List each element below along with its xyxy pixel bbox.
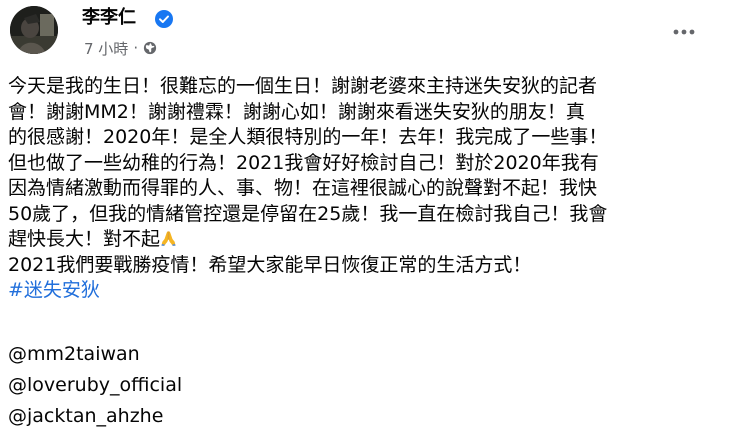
- folded-hands-emoji-icon: [161, 231, 176, 246]
- post-text-line: 50歲了，但我的情緒管控還是停留在25歲！我一直在檢討我自己！我會: [8, 202, 608, 225]
- post-text-line-with-emoji: 趕快長大！對不起: [8, 227, 724, 253]
- mention-link[interactable]: @mm2taiwan: [8, 339, 182, 370]
- post-text-segment: 趕快長大！對不起: [8, 228, 161, 250]
- avatar[interactable]: [10, 6, 58, 54]
- hashtag-link[interactable]: #迷失安狄: [8, 278, 724, 304]
- mention-link[interactable]: @loveruby_official: [8, 370, 182, 401]
- mention-link[interactable]: @jacktan_ahzhe: [8, 401, 182, 432]
- verified-badge-icon: [155, 10, 173, 28]
- ellipsis-icon: [673, 29, 695, 35]
- mention-list: @mm2taiwan @loveruby_official @jacktan_a…: [8, 339, 182, 432]
- post-text-line: 會！謝謝MM2！謝謝禮霖！謝謝心如！謝謝來看迷失安狄的朋友！真: [8, 100, 585, 123]
- post-timestamp[interactable]: 7 小時: [84, 38, 128, 59]
- post-text-line: 的很感謝！2020年！是全人類很特別的一年！去年！我完成了一些事！: [8, 126, 608, 148]
- post-text-line: 因為情緒激動而得罪的人、事、物！在這裡很誠心的說聲對不起！我快: [8, 177, 598, 199]
- more-options-button[interactable]: [662, 12, 706, 52]
- post-meta: 7 小時 ·: [84, 36, 157, 60]
- post-text-line: 今天是我的生日！很難忘的一個生日！謝謝老婆來主持迷失安狄的記者: [8, 75, 598, 97]
- meta-separator: ·: [133, 39, 139, 57]
- globe-icon[interactable]: [143, 41, 157, 55]
- author-name[interactable]: 李李仁: [82, 5, 136, 31]
- post-text-line: 但也做了一些幼稚的行為！2021我會好好檢討自己！對於2020年我有: [8, 151, 599, 174]
- post-text-line: 2021我們要戰勝疫情！希望大家能早日恢復正常的生活方式！: [8, 253, 532, 276]
- facebook-post: 李李仁 7 小時 · 今天是我的生日！很難忘的一個生日！謝謝老婆來主持迷失安狄的…: [0, 0, 732, 438]
- post-body: 今天是我的生日！很難忘的一個生日！謝謝老婆來主持迷失安狄的記者 會！謝謝MM2！…: [8, 74, 724, 304]
- avatar-image: [10, 6, 58, 54]
